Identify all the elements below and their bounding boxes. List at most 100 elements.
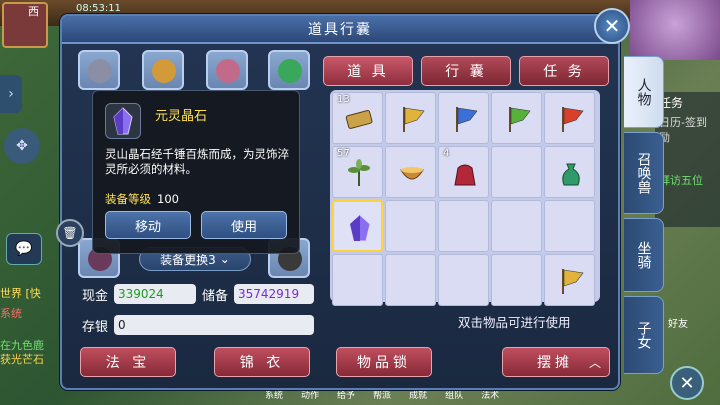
- chat-icon[interactable]: 💬: [6, 233, 42, 265]
- quest-line: 日历-签到: [659, 116, 707, 129]
- inventory-slot[interactable]: [491, 200, 542, 252]
- inventory-slot[interactable]: [438, 254, 489, 306]
- menu-action[interactable]: 动作: [301, 388, 319, 405]
- item-name: 元灵晶石: [155, 109, 208, 124]
- flag-green-icon: [503, 104, 533, 134]
- inventory-slot[interactable]: [544, 92, 595, 144]
- bowl-icon: [397, 158, 427, 188]
- inventory-slot[interactable]: [385, 92, 436, 144]
- reserve-label: 储备: [202, 289, 229, 304]
- inventory-slot[interactable]: [438, 92, 489, 144]
- crystal-icon: [105, 103, 141, 139]
- chat-line: 获光芒石: [0, 353, 44, 366]
- use-button[interactable]: 使用: [201, 211, 287, 239]
- inventory-slot[interactable]: [332, 200, 383, 252]
- cash-value: 339024: [114, 284, 196, 304]
- side-tab-mount[interactable]: 坐骑: [624, 218, 664, 292]
- quest-line: 拜访五位: [659, 174, 703, 187]
- tab-bag[interactable]: 行 囊: [421, 56, 511, 86]
- quest-line: 励: [659, 131, 670, 144]
- menu-achievement[interactable]: 成就: [409, 388, 427, 405]
- tab-quest[interactable]: 任 务: [519, 56, 609, 86]
- chevron-up-icon: ︿: [589, 355, 606, 370]
- move-dpad-icon[interactable]: ✥: [4, 128, 40, 164]
- equip-slot-ring[interactable]: [268, 50, 310, 90]
- pouch-green-icon: [556, 158, 586, 188]
- bank-label: 存银: [82, 320, 109, 335]
- menu-give[interactable]: 给予: [337, 388, 355, 405]
- inventory-slot[interactable]: [491, 146, 542, 198]
- inventory-slot[interactable]: 4: [438, 146, 489, 198]
- inventory-slot[interactable]: [544, 146, 595, 198]
- level-value: 100: [157, 192, 179, 206]
- inventory-slot[interactable]: [491, 92, 542, 144]
- inventory-slot[interactable]: [332, 254, 383, 306]
- usage-hint: 双击物品可进行使用: [458, 315, 571, 330]
- panel-title-bar: 道具行囊: [62, 16, 618, 44]
- scroll-icon: [344, 104, 374, 134]
- inventory-slot[interactable]: 13: [332, 92, 383, 144]
- inventory-slot[interactable]: 57: [332, 146, 383, 198]
- map-name: 西: [28, 5, 39, 18]
- move-button[interactable]: 移动: [105, 211, 191, 239]
- side-tab-label: 子女: [635, 321, 652, 349]
- game-clock: 08:53:11: [76, 3, 121, 14]
- cash-label: 现金: [82, 289, 109, 304]
- item-level: 装备等级 100: [105, 191, 179, 207]
- inventory-slot[interactable]: [385, 254, 436, 306]
- equip-slot-accessory[interactable]: [206, 50, 248, 90]
- flag-blue-icon: [450, 104, 480, 134]
- menu-skill[interactable]: 法术: [481, 388, 499, 405]
- inventory-slot[interactable]: [544, 200, 595, 252]
- stall-label: 摆摊: [537, 355, 573, 371]
- item-tooltip: 元灵晶石 灵山晶石经千锤百炼而成，为灵饰淬灵所必须的材料。 装备等级 100 移动…: [92, 90, 300, 254]
- inventory-slot[interactable]: [544, 254, 595, 306]
- side-tab-children[interactable]: 子女: [624, 296, 664, 374]
- chat-log: 世界 [快 系统 在九色鹿 获光芒石: [0, 287, 60, 387]
- chevron-down-icon: ⌄: [219, 252, 230, 266]
- reserve-value: 35742919: [234, 284, 314, 304]
- battle-close-icon[interactable]: ✕: [670, 366, 704, 400]
- flag-red-icon: [556, 104, 586, 134]
- trash-icon[interactable]: 🗑: [56, 219, 84, 247]
- side-tab-character[interactable]: 人物: [624, 56, 664, 128]
- side-tab-summon[interactable]: 召唤兽: [624, 132, 664, 214]
- herb-icon: [344, 158, 374, 188]
- bag-red-icon: [450, 158, 480, 188]
- menu-team[interactable]: 组队: [445, 388, 463, 405]
- crystal-icon: [345, 213, 375, 243]
- tab-items[interactable]: 道 具: [323, 56, 413, 86]
- quest-tracker[interactable]: 任务 日历-签到 励 拜访五位: [655, 92, 720, 227]
- side-tab-label: 人物: [635, 78, 652, 106]
- chat-line: 在九色鹿: [0, 339, 44, 352]
- item-description: 灵山晶石经千锤百炼而成，为灵饰淬灵所必须的材料。: [105, 147, 289, 176]
- item-count: 13: [337, 94, 350, 105]
- stall-button[interactable]: 摆摊 ︿: [502, 347, 610, 377]
- inventory-slot[interactable]: [438, 200, 489, 252]
- costume-button[interactable]: 锦 衣: [214, 347, 310, 377]
- inventory-grid: 13 57 4: [330, 90, 600, 306]
- side-tab-label: 召唤兽: [635, 152, 652, 194]
- inventory-slot[interactable]: [385, 146, 436, 198]
- panel-title: 道具行囊: [308, 22, 372, 38]
- item-count: 4: [443, 148, 450, 159]
- inventory-slot[interactable]: [385, 200, 436, 252]
- item-count: 57: [337, 148, 350, 159]
- menu-guild[interactable]: 帮派: [373, 388, 391, 405]
- minimap[interactable]: [2, 2, 48, 48]
- expand-arrow-icon[interactable]: ›: [0, 75, 22, 113]
- equip-slot-necklace[interactable]: [142, 50, 184, 90]
- chat-line: 世界 [快: [0, 287, 41, 300]
- chat-line: 系统: [0, 307, 22, 320]
- close-icon[interactable]: ✕: [594, 8, 630, 44]
- player-portrait[interactable]: [630, 0, 720, 60]
- friend-label[interactable]: 好友: [668, 315, 688, 330]
- side-tab-label: 坐骑: [635, 241, 652, 269]
- equip-slot-helmet[interactable]: [78, 50, 120, 90]
- flag-yellow-icon: [556, 266, 586, 296]
- magic-treasure-button[interactable]: 法 宝: [80, 347, 176, 377]
- item-lock-button[interactable]: 物品锁: [336, 347, 432, 377]
- menu-system[interactable]: 系统: [265, 388, 283, 405]
- inventory-slot[interactable]: [491, 254, 542, 306]
- bottom-menu: 系统 动作 给予 帮派 成就 组队 法术: [60, 388, 660, 405]
